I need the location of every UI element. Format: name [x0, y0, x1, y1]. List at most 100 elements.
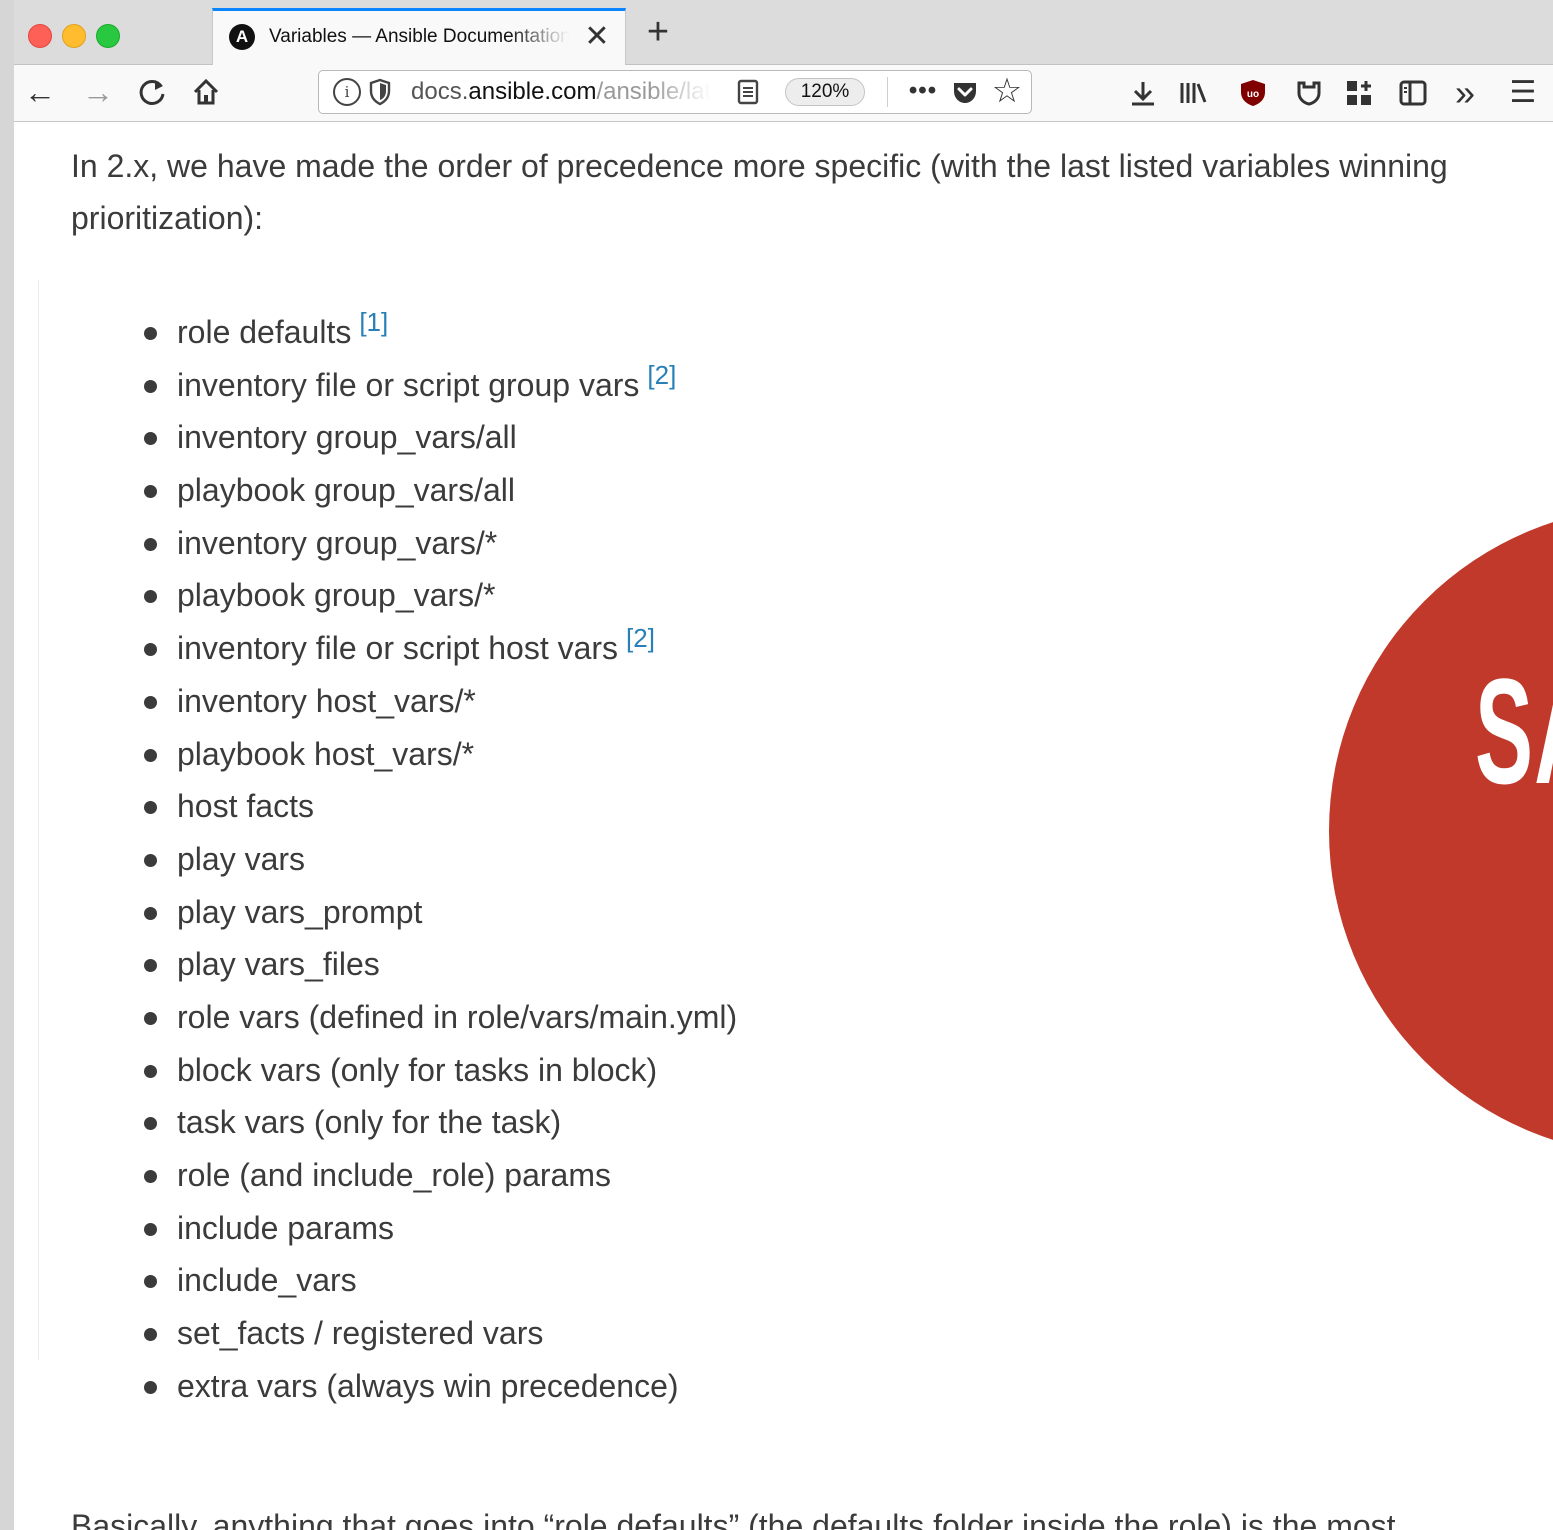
- url-bar-divider: [887, 77, 888, 107]
- list-item: play vars: [144, 833, 737, 886]
- url-bar[interactable]: i docs.ansible.com/ansible/latest/playbo…: [318, 70, 1032, 114]
- reload-icon: [139, 79, 165, 105]
- svg-text:uo: uo: [1247, 89, 1259, 100]
- bullet-icon: [144, 1117, 157, 1131]
- tab-strip: A Variables — Ansible Documentation ✕ +: [14, 0, 1553, 65]
- ublock-button[interactable]: uo: [1234, 73, 1272, 113]
- bullet-icon: [144, 1275, 157, 1289]
- window-edge: [0, 0, 14, 1530]
- list-item-label: include params: [177, 1209, 394, 1246]
- list-item: role vars (defined in role/vars/main.yml…: [144, 991, 737, 1044]
- hamburger-menu-icon[interactable]: ☰: [1504, 73, 1542, 113]
- back-button[interactable]: ←: [20, 71, 60, 113]
- list-item-label: inventory file or script host vars: [177, 630, 619, 667]
- reload-button[interactable]: [132, 71, 172, 113]
- bullet-icon: [144, 748, 157, 762]
- bullet-icon: [144, 1064, 157, 1078]
- bullet-icon: [144, 853, 157, 867]
- bullet-icon: [144, 1222, 157, 1236]
- url-text[interactable]: docs.ansible.com/ansible/latest/playbook…: [411, 77, 711, 107]
- footnote-link[interactable]: [2]: [647, 360, 676, 390]
- close-window-button[interactable]: [28, 24, 52, 48]
- bullet-icon: [144, 432, 157, 446]
- list-item: task vars (only for the task): [144, 1096, 737, 1149]
- info-icon[interactable]: i: [333, 78, 361, 106]
- precedence-list: role defaults [1] inventory file or script…: [144, 306, 737, 1412]
- list-item-label: block vars (only for tasks in block): [177, 1051, 658, 1088]
- list-item-label: inventory group_vars/*: [177, 524, 498, 561]
- tab-variables[interactable]: A Variables — Ansible Documentation ✕: [212, 8, 626, 65]
- home-button[interactable]: [186, 71, 226, 113]
- list-item: role defaults [1]: [144, 306, 737, 359]
- ansible-favicon-icon: A: [229, 24, 255, 50]
- intro-paragraph: In 2.x, we have made the order of preced…: [71, 148, 1448, 236]
- bullet-icon: [144, 1380, 157, 1394]
- star-icon[interactable]: ☆: [989, 72, 1025, 110]
- bullet-icon: [144, 959, 157, 973]
- list-item-label: role (and include_role) params: [177, 1157, 611, 1193]
- list-item-label: inventory file or script group vars: [177, 366, 640, 403]
- list-item: include_vars: [144, 1254, 737, 1307]
- tracking-shield-icon[interactable]: [369, 78, 391, 106]
- extension-icon: [1297, 81, 1321, 106]
- reader-view-icon[interactable]: [737, 78, 759, 106]
- list-item-label: play vars: [177, 840, 306, 877]
- footnote-link[interactable]: [2]: [626, 623, 655, 653]
- zoom-level-button[interactable]: 120%: [785, 78, 865, 106]
- bullet-icon: [144, 590, 157, 604]
- list-item-label: inventory group_vars/all: [177, 419, 517, 456]
- bullet-icon: [144, 1170, 157, 1183]
- list-item-label: inventory host_vars/*: [177, 682, 476, 719]
- new-tab-button[interactable]: +: [640, 13, 676, 51]
- home-icon: [193, 78, 219, 105]
- page-actions-more-icon[interactable]: •••: [903, 73, 943, 109]
- list-item-label: playbook group_vars/*: [177, 577, 496, 614]
- footnote-link[interactable]: [1]: [359, 307, 388, 337]
- pocket-icon[interactable]: [951, 78, 979, 106]
- bullet-icon: [144, 906, 157, 920]
- zoom-window-button[interactable]: [96, 24, 120, 48]
- ublock-icon: uo: [1241, 80, 1265, 106]
- url-domain-prefix: docs.: [411, 78, 469, 105]
- sidebar-button[interactable]: [1394, 73, 1432, 113]
- list-item: inventory host_vars/*: [144, 675, 737, 728]
- downloads-button[interactable]: [1124, 73, 1162, 113]
- bullet-icon: [144, 695, 157, 709]
- tab-title: Variables — Ansible Documentation: [269, 26, 569, 47]
- list-item: play vars_prompt: [144, 886, 737, 939]
- list-item: include params: [144, 1202, 737, 1255]
- bullet-icon: [144, 1011, 157, 1025]
- content-border: [38, 280, 39, 1360]
- list-item: inventory file or script group vars [2]: [144, 359, 737, 412]
- overflow-icon[interactable]: »: [1446, 73, 1484, 113]
- list-item: playbook group_vars/all: [144, 464, 737, 517]
- sidebar-icon: [1399, 80, 1427, 106]
- list-item-label: host facts: [177, 788, 314, 825]
- list-item: host facts: [144, 780, 737, 833]
- container-icon: [1347, 81, 1371, 105]
- container-button[interactable]: [1340, 73, 1378, 113]
- list-item: role (and include_role) params: [144, 1149, 737, 1202]
- outro-paragraph: Basically, anything that goes into “role…: [71, 1508, 1396, 1530]
- list-item: extra vars (always win precedence): [144, 1360, 737, 1413]
- list-item: inventory group_vars/all: [144, 411, 737, 464]
- list-item: block vars (only for tasks in block): [144, 1044, 737, 1097]
- list-item-label: task vars (only for the task): [177, 1104, 562, 1141]
- minimize-window-button[interactable]: [62, 24, 86, 48]
- bullet-icon: [144, 485, 157, 499]
- navigation-toolbar: ← → i docs.ansible.com/ansible/latest/pl…: [14, 65, 1553, 122]
- list-item-label: playbook host_vars/*: [177, 735, 475, 772]
- list-item: play vars_files: [144, 938, 737, 991]
- extension-button[interactable]: [1290, 73, 1328, 113]
- bullet-icon: [144, 801, 157, 815]
- list-item: inventory file or script host vars [2]: [144, 622, 737, 675]
- list-item-label: role defaults: [177, 314, 352, 350]
- list-item: playbook host_vars/*: [144, 728, 737, 781]
- list-item-label: play vars_prompt: [177, 893, 423, 930]
- forward-button[interactable]: →: [78, 71, 118, 113]
- page-content: In 2.x, we have made the order of preced…: [14, 122, 1553, 1530]
- tab-close-icon[interactable]: ✕: [581, 21, 613, 53]
- bullet-icon: [144, 537, 157, 551]
- bullet-icon: [144, 379, 157, 393]
- library-button[interactable]: [1174, 73, 1212, 113]
